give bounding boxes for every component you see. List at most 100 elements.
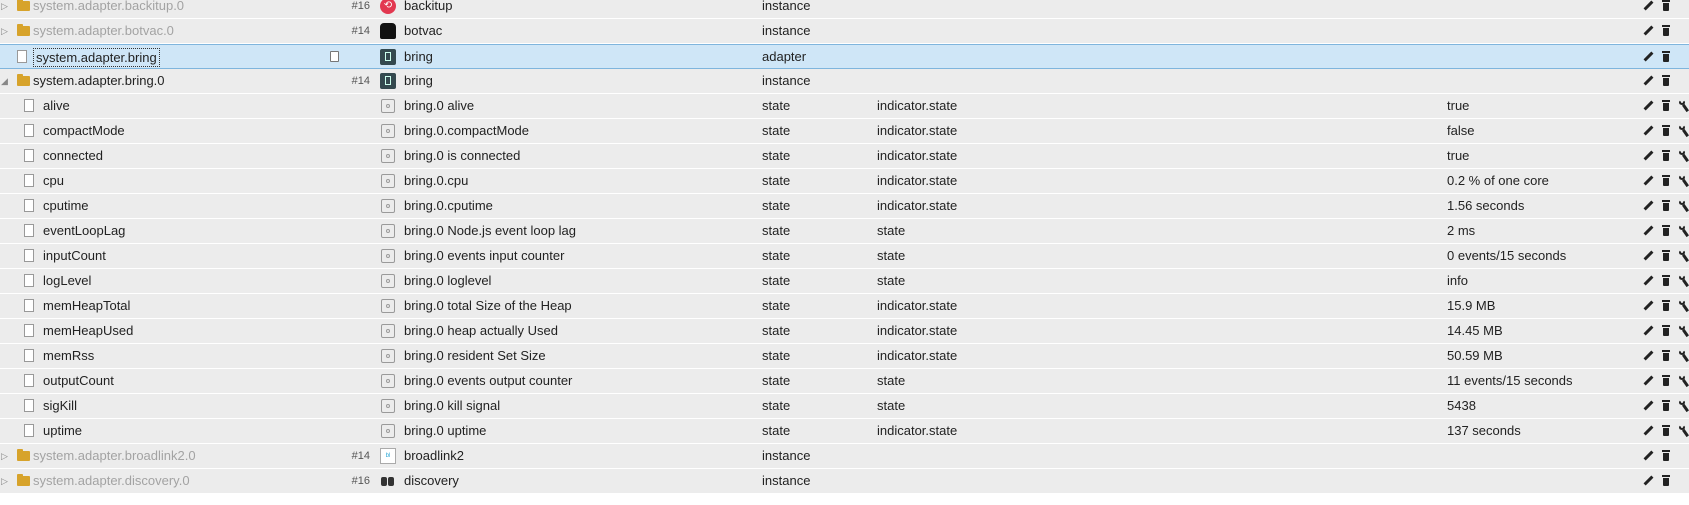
delete-trash-icon[interactable] [1660, 24, 1672, 38]
copy-icon[interactable] [330, 51, 339, 62]
object-value-cell[interactable] [1447, 45, 1627, 69]
settings-wrench-icon[interactable] [1677, 174, 1689, 188]
object-id-text[interactable]: eventLoopLag [43, 219, 125, 243]
object-value-cell[interactable]: 14.45 MB [1447, 319, 1627, 343]
edit-pencil-icon[interactable] [1642, 149, 1654, 163]
object-value-cell[interactable]: 50.59 MB [1447, 344, 1627, 368]
object-row[interactable]: outputCount bring.0 events output counter… [0, 369, 1689, 394]
object-id-text[interactable]: compactMode [43, 119, 125, 143]
object-row[interactable]: ▷ system.adapter.backitup.0 #16 ⟲ backitup in… [0, 0, 1689, 19]
settings-wrench-icon[interactable] [1677, 149, 1689, 163]
object-row[interactable]: eventLoopLag bring.0 Node.js event loop l… [0, 219, 1689, 244]
edit-pencil-icon[interactable] [1642, 274, 1654, 288]
collapse-triangle-icon[interactable]: ◢ [1, 69, 11, 93]
object-row[interactable]: memHeapTotal bring.0 total Size of the He… [0, 294, 1689, 319]
object-id-text[interactable]: cputime [43, 194, 89, 218]
settings-wrench-icon[interactable] [1677, 224, 1689, 238]
object-row[interactable]: inputCount bring.0 events input counter st… [0, 244, 1689, 269]
delete-trash-icon[interactable] [1660, 474, 1672, 488]
object-id-text[interactable]: sigKill [43, 394, 77, 418]
delete-trash-icon[interactable] [1660, 199, 1672, 213]
object-id-text[interactable]: system.adapter.discovery.0 [33, 469, 190, 493]
object-value-cell[interactable] [1447, 469, 1627, 493]
object-value-cell[interactable]: 137 seconds [1447, 419, 1627, 443]
edit-pencil-icon[interactable] [1642, 0, 1654, 13]
settings-wrench-icon[interactable] [1677, 399, 1689, 413]
object-id-text[interactable]: system.adapter.backitup.0 [33, 0, 184, 18]
edit-pencil-icon[interactable] [1642, 124, 1654, 138]
object-value-cell[interactable]: true [1447, 94, 1627, 118]
object-row[interactable]: ▷ system.adapter.botvac.0 #14 botvac instanc… [0, 19, 1689, 44]
delete-trash-icon[interactable] [1660, 99, 1672, 113]
object-id-text[interactable]: connected [43, 144, 103, 168]
object-value-cell[interactable]: 15.9 MB [1447, 294, 1627, 318]
object-row[interactable]: uptime bring.0 uptime state indicator.state… [0, 419, 1689, 444]
object-value-cell[interactable]: 0.2 % of one core [1447, 169, 1627, 193]
object-id-text[interactable]: system.adapter.bring [33, 48, 160, 67]
object-value-cell[interactable]: 11 events/15 seconds [1447, 369, 1627, 393]
object-value-cell[interactable]: 5438 [1447, 394, 1627, 418]
delete-trash-icon[interactable] [1660, 274, 1672, 288]
edit-pencil-icon[interactable] [1642, 424, 1654, 438]
expand-triangle-icon[interactable]: ▷ [1, 469, 11, 493]
object-value-cell[interactable] [1447, 444, 1627, 468]
object-row[interactable]: memRss bring.0 resident Set Size state indi… [0, 344, 1689, 369]
edit-pencil-icon[interactable] [1642, 299, 1654, 313]
edit-pencil-icon[interactable] [1642, 74, 1654, 88]
edit-pencil-icon[interactable] [1642, 24, 1654, 38]
object-value-cell[interactable]: 2 ms [1447, 219, 1627, 243]
object-row[interactable]: memHeapUsed bring.0 heap actually Used sta… [0, 319, 1689, 344]
settings-wrench-icon[interactable] [1677, 124, 1689, 138]
delete-trash-icon[interactable] [1660, 0, 1672, 13]
delete-trash-icon[interactable] [1660, 74, 1672, 88]
object-value-cell[interactable]: true [1447, 144, 1627, 168]
expand-triangle-icon[interactable]: ▷ [1, 444, 11, 468]
settings-wrench-icon[interactable] [1677, 349, 1689, 363]
delete-trash-icon[interactable] [1660, 249, 1672, 263]
delete-trash-icon[interactable] [1660, 124, 1672, 138]
edit-pencil-icon[interactable] [1642, 50, 1654, 64]
delete-trash-icon[interactable] [1660, 174, 1672, 188]
delete-trash-icon[interactable] [1660, 149, 1672, 163]
object-id-text[interactable]: memHeapUsed [43, 319, 133, 343]
object-row[interactable]: logLevel bring.0 loglevel state state info [0, 269, 1689, 294]
object-value-cell[interactable]: 1.56 seconds [1447, 194, 1627, 218]
settings-wrench-icon[interactable] [1677, 299, 1689, 313]
settings-wrench-icon[interactable] [1677, 99, 1689, 113]
object-id-text[interactable]: outputCount [43, 369, 114, 393]
object-row[interactable]: cputime bring.0.cputime state indicator.sta… [0, 194, 1689, 219]
object-row[interactable]: sigKill bring.0 kill signal state state 5438 [0, 394, 1689, 419]
object-id-text[interactable]: cpu [43, 169, 64, 193]
object-value-cell[interactable] [1447, 0, 1627, 18]
edit-pencil-icon[interactable] [1642, 324, 1654, 338]
object-value-cell[interactable]: info [1447, 269, 1627, 293]
object-value-cell[interactable]: false [1447, 119, 1627, 143]
object-id-text[interactable]: system.adapter.bring.0 [33, 69, 165, 93]
edit-pencil-icon[interactable] [1642, 474, 1654, 488]
object-value-cell[interactable] [1447, 69, 1627, 93]
delete-trash-icon[interactable] [1660, 374, 1672, 388]
object-row[interactable]: compactMode bring.0.compactMode state indic… [0, 119, 1689, 144]
settings-wrench-icon[interactable] [1677, 424, 1689, 438]
delete-trash-icon[interactable] [1660, 424, 1672, 438]
object-value-cell[interactable] [1447, 19, 1627, 43]
edit-pencil-icon[interactable] [1642, 449, 1654, 463]
edit-pencil-icon[interactable] [1642, 374, 1654, 388]
object-id-text[interactable]: inputCount [43, 244, 106, 268]
object-id-text[interactable]: memRss [43, 344, 94, 368]
object-id-text[interactable]: memHeapTotal [43, 294, 130, 318]
object-value-cell[interactable]: 0 events/15 seconds [1447, 244, 1627, 268]
delete-trash-icon[interactable] [1660, 50, 1672, 64]
object-row[interactable]: ▷ system.adapter.broadlink2.0 #14 bl broadli… [0, 444, 1689, 469]
delete-trash-icon[interactable] [1660, 224, 1672, 238]
object-id-text[interactable]: uptime [43, 419, 82, 443]
object-row[interactable]: cpu bring.0.cpu state indicator.state 0.2 % … [0, 169, 1689, 194]
delete-trash-icon[interactable] [1660, 299, 1672, 313]
edit-pencil-icon[interactable] [1642, 349, 1654, 363]
object-id-text[interactable]: system.adapter.botvac.0 [33, 19, 174, 43]
delete-trash-icon[interactable] [1660, 399, 1672, 413]
object-id-text[interactable]: logLevel [43, 269, 91, 293]
object-id-text[interactable]: system.adapter.broadlink2.0 [33, 444, 196, 468]
delete-trash-icon[interactable] [1660, 449, 1672, 463]
object-row[interactable]: ◢ system.adapter.bring.0 #14 bring instance [0, 69, 1689, 94]
